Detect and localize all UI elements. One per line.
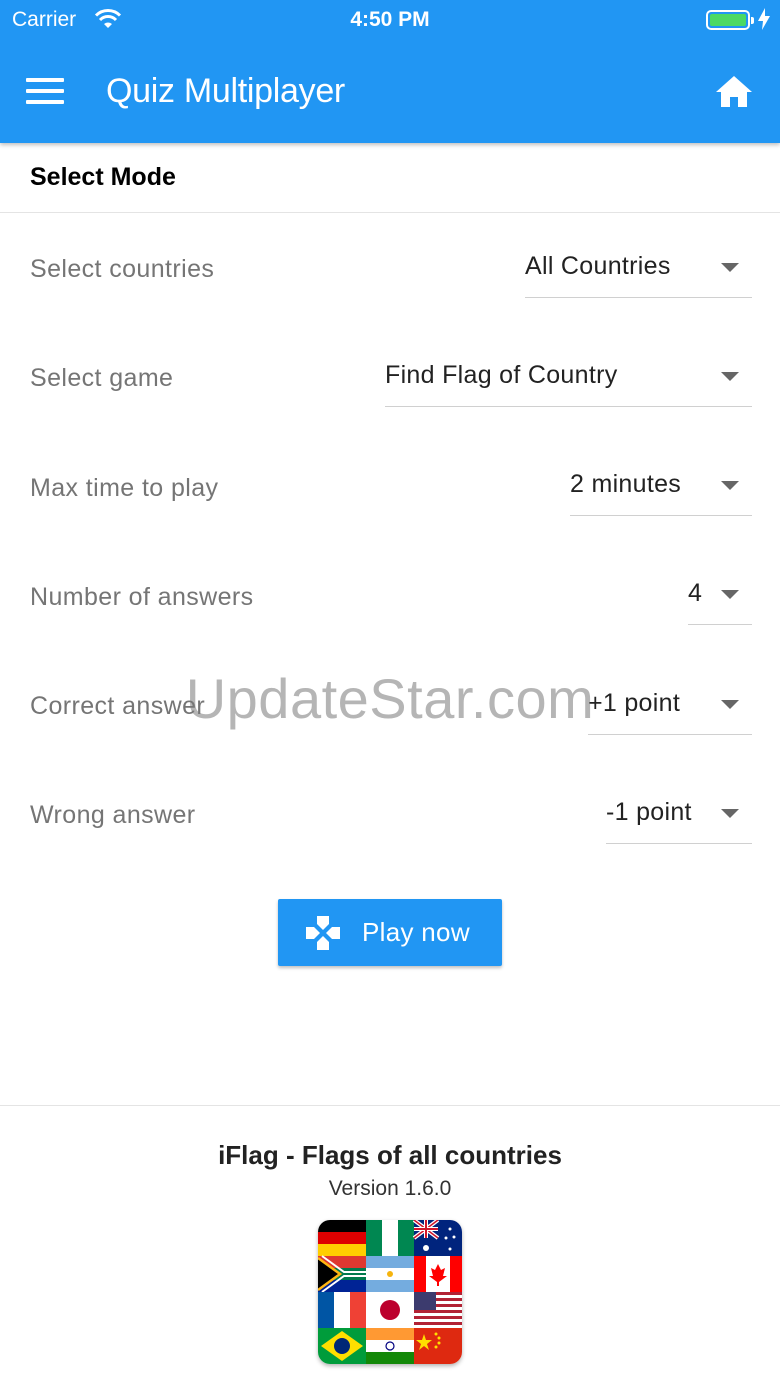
chevron-down-icon	[721, 372, 739, 381]
charging-icon	[758, 8, 770, 36]
select-game-value: Find Flag of Country	[385, 361, 618, 389]
chevron-down-icon	[721, 263, 739, 272]
wrong-answer-dropdown[interactable]: -1 point	[606, 798, 752, 844]
max-time-value: 2 minutes	[570, 470, 682, 498]
gamepad-icon	[304, 914, 342, 957]
battery-icon	[706, 10, 754, 30]
correct-answer-dropdown[interactable]: +1 point	[588, 689, 752, 735]
app-bar: Carrier 4:50 PM Quiz Multiplayer	[0, 0, 780, 143]
status-bar: Carrier 4:50 PM	[0, 0, 780, 40]
divider	[0, 1105, 780, 1106]
home-icon[interactable]	[714, 72, 754, 112]
flags-collage-icon	[318, 1220, 462, 1364]
page-title: Quiz Multiplayer	[106, 72, 345, 110]
play-now-label: Play now	[362, 917, 470, 947]
chevron-down-icon	[721, 809, 739, 818]
label-select-countries: Select countries	[30, 255, 215, 283]
chevron-down-icon	[721, 700, 739, 709]
select-game-dropdown[interactable]: Find Flag of Country	[385, 361, 752, 407]
section-title: Select Mode	[30, 163, 176, 191]
label-select-game: Select game	[30, 364, 174, 392]
wrong-answer-value: -1 point	[606, 798, 692, 826]
select-countries-dropdown[interactable]: All Countries	[525, 252, 752, 298]
status-time: 4:50 PM	[350, 8, 430, 31]
number-of-answers-dropdown[interactable]: 4	[688, 579, 752, 625]
play-now-button[interactable]: Play now	[278, 899, 502, 966]
label-wrong-answer: Wrong answer	[30, 801, 196, 829]
app-version: Version 1.6.0	[328, 1177, 452, 1200]
number-of-answers-value: 4	[688, 579, 703, 607]
app-name: iFlag - Flags of all countries	[218, 1140, 562, 1170]
label-correct-answer: Correct answer	[30, 692, 206, 720]
select-countries-value: All Countries	[525, 252, 671, 280]
divider	[0, 212, 780, 213]
correct-answer-value: +1 point	[588, 689, 681, 717]
label-number-of-answers: Number of answers	[30, 583, 254, 611]
chevron-down-icon	[721, 590, 739, 599]
hamburger-menu-icon[interactable]	[26, 78, 64, 108]
chevron-down-icon	[721, 481, 739, 490]
max-time-dropdown[interactable]: 2 minutes	[570, 470, 752, 516]
label-max-time: Max time to play	[30, 474, 219, 502]
